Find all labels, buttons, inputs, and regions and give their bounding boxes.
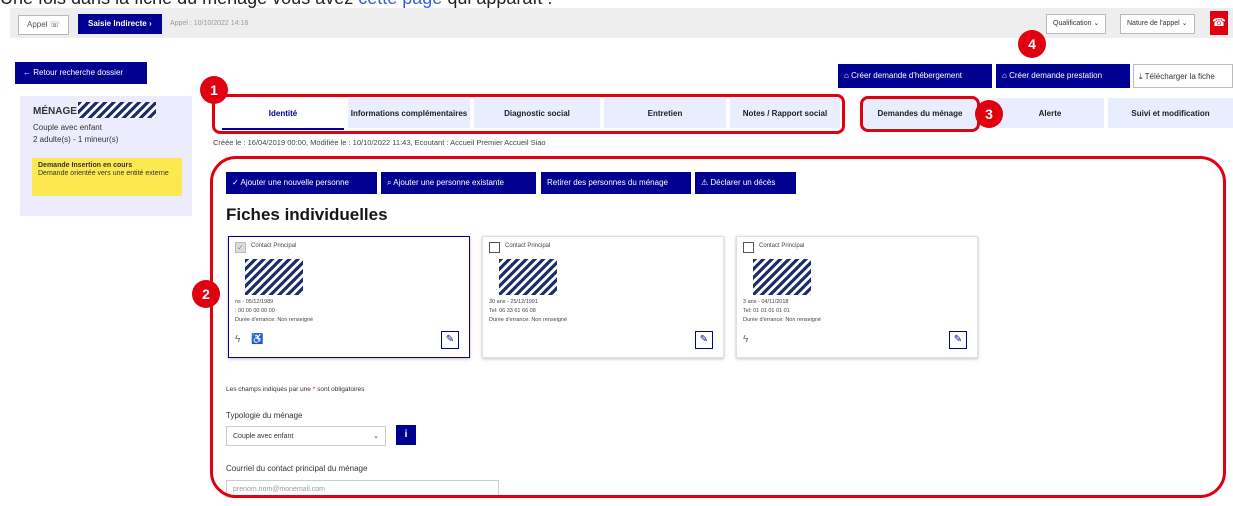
menage-title: MÉNAGE — [33, 106, 77, 117]
appel-date: Appel : 10/10/2022 14:18 — [170, 20, 249, 27]
chevron-down-icon: ⌄ — [1181, 20, 1188, 27]
annotation-box-2 — [210, 156, 1226, 498]
home-icon: ⌂ — [844, 71, 849, 80]
download-icon: ⤓ — [1139, 72, 1143, 81]
qualification-select[interactable]: Qualification ⌄ — [1046, 14, 1107, 34]
callout-badge-4: 4 — [1018, 30, 1046, 58]
phone-icon: ☏ — [49, 20, 60, 29]
tab-alerte[interactable]: Alerte — [996, 98, 1104, 128]
app-header: Appel ☏ Saisie Indirecte › Appel : 10/10… — [10, 8, 1233, 38]
annotation-box-1 — [212, 94, 845, 134]
created-modified-info: Créée le : 16/04/2019 00:00, Modifiée le… — [213, 138, 546, 147]
callout-badge-3: 3 — [975, 100, 1003, 128]
redacted-name — [78, 102, 156, 118]
callout-badge-1: 1 — [200, 76, 228, 104]
chevron-down-icon: ⌄ — [1093, 20, 1100, 27]
chevron-right-icon: › — [148, 19, 152, 28]
annotation-box-3 — [860, 96, 980, 132]
saisie-indirecte-button[interactable]: Saisie Indirecte › — [78, 14, 162, 34]
caption-link[interactable]: cette page — [358, 0, 442, 8]
menage-composition: 2 adulte(s) - 1 mineur(s) — [33, 135, 119, 144]
appel-button[interactable]: Appel ☏ — [18, 15, 69, 35]
hangup-button[interactable]: ☎ — [1210, 11, 1228, 35]
menage-type: Couple avec enfant — [33, 123, 102, 132]
home-icon: ⌂ — [1002, 71, 1007, 80]
nature-appel-select[interactable]: Nature de l'appel ⌄ — [1120, 14, 1195, 34]
arrow-left-icon: ← — [23, 68, 31, 77]
retour-recherche-button[interactable]: ← Retour recherche dossier — [15, 62, 147, 84]
creer-demande-hebergement-button[interactable]: ⌂ Créer demande d'hébergement — [838, 64, 992, 88]
tab-suivi-modification[interactable]: Suivi et modification — [1108, 98, 1233, 128]
callout-badge-2: 2 — [192, 280, 220, 308]
phone-hangup-icon: ☎ — [1212, 17, 1226, 29]
creer-demande-prestation-button[interactable]: ⌂ Créer demande prestation — [996, 64, 1130, 88]
menage-sidebar: MÉNAGE Couple avec enfant 2 adulte(s) - … — [20, 96, 192, 216]
telecharger-fiche-button[interactable]: ⤓ Télécharger la fiche — [1133, 64, 1233, 88]
status-badge: Demande Insertion en cours Demande orien… — [32, 158, 182, 196]
